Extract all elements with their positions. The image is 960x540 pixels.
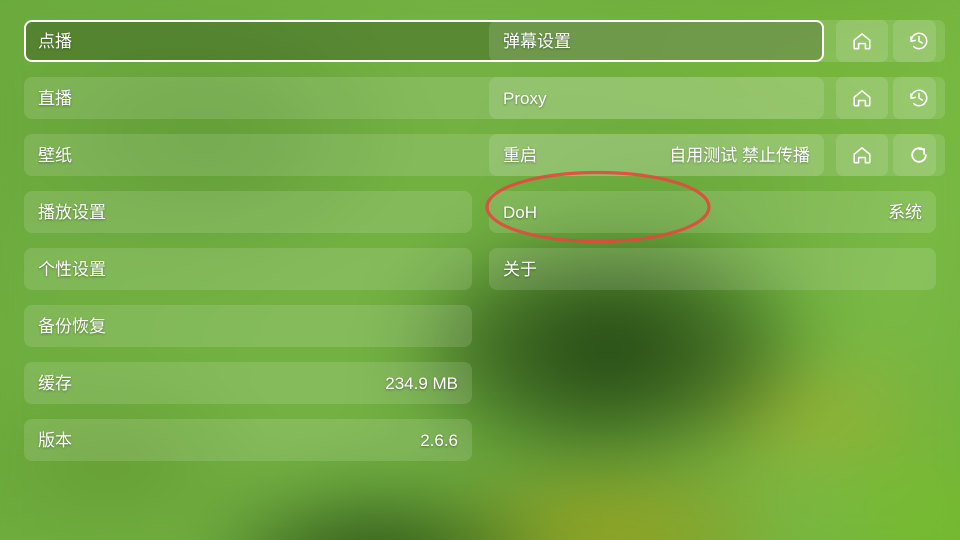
zhibo-history-button[interactable] [893,77,945,119]
menu-item-gexingshezhi[interactable]: 个性设置 [24,248,472,290]
menu-item-label: Proxy [503,88,547,108]
menu-item-label: 重启 [503,145,537,165]
menu-item-label: 版本 [38,430,72,450]
menu-item-guanyu[interactable]: 关于 [489,248,936,290]
bizhi-home-button[interactable] [836,134,888,176]
home-icon [851,144,873,166]
menu-item-doh[interactable]: DoH 系统 [489,191,936,233]
menu-item-label: DoH [503,202,538,222]
home-icon [851,30,873,52]
menu-item-label: 直播 [38,88,72,108]
bizhi-refresh-button[interactable] [893,134,945,176]
refresh-icon [908,144,930,166]
menu-item-label: 弹幕设置 [503,31,571,51]
menu-item-bofangshezhi[interactable]: 播放设置 [24,191,472,233]
menu-item-beifenhuifu[interactable]: 备份恢复 [24,305,472,347]
menu-item-label: 关于 [503,259,537,279]
menu-item-version[interactable]: 版本 2.6.6 [24,419,472,461]
menu-item-label: 点播 [38,31,72,51]
history-icon [908,87,930,109]
menu-item-label: 播放设置 [38,202,106,222]
menu-item-label: 缓存 [38,373,72,393]
version-value: 2.6.6 [420,430,458,450]
menu-item-label: 壁纸 [38,145,72,165]
cache-size-value: 234.9 MB [385,373,458,393]
zhibo-home-button[interactable] [836,77,888,119]
settings-screen: 点播 直播 壁纸 自用测试 禁止传播 播放设置 个性设置 备份恢复 缓存 234… [0,0,960,540]
menu-item-label: 个性设置 [38,259,106,279]
menu-item-label: 备份恢复 [38,316,106,336]
dianbo-history-button[interactable] [893,20,945,62]
home-icon [851,87,873,109]
dianbo-home-button[interactable] [836,20,888,62]
left-menu-column: 点播 直播 壁纸 自用测试 禁止传播 播放设置 个性设置 备份恢复 缓存 234… [24,20,824,476]
menu-item-cache[interactable]: 缓存 234.9 MB [24,362,472,404]
doh-mode-value: 系统 [888,202,922,222]
history-icon [908,30,930,52]
